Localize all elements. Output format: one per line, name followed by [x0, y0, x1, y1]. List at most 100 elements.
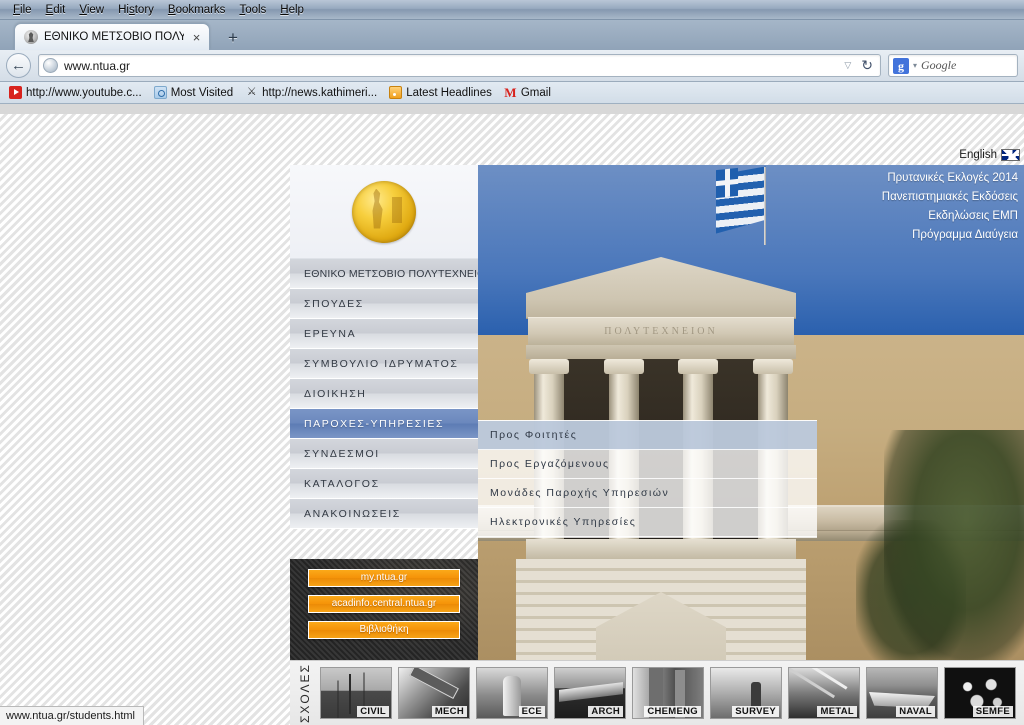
globe-icon — [43, 58, 58, 73]
school-caption: CHEMENG — [644, 706, 701, 717]
school-thumb-survey[interactable]: SURVEY — [710, 667, 782, 719]
reload-icon[interactable]: ↻ — [861, 57, 876, 74]
browser-tab[interactable]: ΕΘΝΙΚΟ ΜΕΤΣΟΒΙΟ ΠΟΛΥ... × — [14, 23, 210, 50]
address-bar[interactable]: www.ntua.gr ▽ ↻ — [38, 54, 881, 77]
search-engine-label: Google — [921, 58, 957, 72]
bookmark-latest-headlines[interactable]: Latest Headlines — [385, 85, 496, 100]
nav-item-council[interactable]: ΣΥΜΒΟΥΛΙΟ ΙΔΡΥΜΑΤΟΣ — [290, 349, 478, 379]
button-library[interactable]: Βιβλιοθήκη — [308, 621, 460, 639]
nav-item-services[interactable]: ΠΑΡΟΧΕΣ-ΥΠΗΡΕΣΙΕΣ — [290, 409, 478, 439]
school-thumb-arch[interactable]: ARCH — [554, 667, 626, 719]
school-thumb-naval[interactable]: NAVAL — [866, 667, 938, 719]
school-thumb-chemeng[interactable]: CHEMENG — [632, 667, 704, 719]
url-text: www.ntua.gr — [64, 58, 131, 73]
school-caption: MECH — [431, 706, 467, 717]
button-my-ntua[interactable]: my.ntua.gr — [308, 569, 460, 587]
chevron-down-icon[interactable]: ▽ — [844, 60, 855, 71]
school-caption: METAL — [817, 706, 857, 717]
menu-help[interactable]: Help — [273, 2, 311, 18]
browser-window: File Edit View History Bookmarks Tools H… — [0, 0, 1024, 725]
school-thumb-mech[interactable]: MECH — [398, 667, 470, 719]
uk-flag-icon — [1001, 149, 1020, 161]
browser-search-box[interactable]: g ▾ Google — [888, 54, 1018, 77]
pediment — [526, 257, 796, 319]
building-inscription: ΠΟΛΥΤΕΧΝΕΙΟΝ — [604, 326, 718, 337]
menu-view[interactable]: View — [72, 2, 111, 18]
quick-links: Πρυτανικές Εκλογές 2014 Πανεπιστημιακές … — [882, 169, 1018, 245]
menu-edit[interactable]: Edit — [39, 2, 73, 18]
school-thumb-civil[interactable]: CIVIL — [320, 667, 392, 719]
school-caption: ARCH — [588, 706, 623, 717]
language-switcher[interactable]: English — [959, 149, 1020, 161]
nav-item-catalog[interactable]: ΚΑΤΑΛΟΓΟΣ — [290, 469, 478, 499]
chevron-down-icon[interactable]: ▾ — [913, 61, 917, 70]
menu-bookmarks[interactable]: Bookmarks — [161, 2, 233, 18]
schools-strip: ΣΧΟΛΕΣ CIVIL MECH ECE ARCH CHEMENG SURVE… — [290, 660, 1024, 725]
rss-icon — [389, 86, 403, 99]
submenu-item-staff[interactable]: Προς Εργαζόμενους — [478, 450, 817, 479]
tab-strip: ΕΘΝΙΚΟ ΜΕΤΣΟΒΙΟ ΠΟΛΥ... × + — [0, 20, 1024, 50]
most-visited-icon — [153, 86, 167, 99]
site-container: ΠΟΛΥΤΕΧΝΕΙΟΝ Πρυτανικές Εκλογές 2014 Παν… — [290, 165, 1024, 725]
bookmark-kathimerini[interactable]: ⚔ http://news.kathimeri... — [241, 85, 381, 100]
submenu-item-students[interactable]: Προς Φοιτητές — [478, 421, 817, 450]
tree-foliage — [884, 430, 1024, 660]
status-bar-url: www.ntua.gr/students.html — [6, 710, 136, 722]
quick-link-elections[interactable]: Πρυτανικές Εκλογές 2014 — [882, 169, 1018, 188]
schools-label: ΣΧΟΛΕΣ — [298, 663, 312, 723]
nav-item-studies[interactable]: ΣΠΟΥΔΕΣ — [290, 289, 478, 319]
new-tab-button[interactable]: + — [222, 29, 244, 46]
bookmark-label: http://www.youtube.c... — [26, 86, 142, 99]
close-icon[interactable]: × — [190, 31, 203, 44]
kathimerini-icon: ⚔ — [246, 86, 257, 98]
stylobate — [526, 539, 796, 559]
nav-item-ntua[interactable]: ΕΘΝΙΚΟ ΜΕΤΣΟΒΙΟ ΠΟΛΥΤΕΧΝΕΙΟ — [290, 259, 478, 289]
bookmark-youtube[interactable]: http://www.youtube.c... — [5, 85, 146, 100]
youtube-icon — [9, 86, 22, 99]
hero-banner: ΠΟΛΥΤΕΧΝΕΙΟΝ Πρυτανικές Εκλογές 2014 Παν… — [478, 165, 1024, 660]
school-caption: ECE — [518, 706, 545, 717]
page-viewport: English ΠΟΛΥΤΕΧΝΕΙΟΝ Πρυτανικές Εκλογές … — [0, 114, 1024, 725]
submenu-item-eservices[interactable]: Ηλεκτρονικές Υπηρεσίες — [478, 508, 817, 537]
school-thumb-semfe[interactable]: SEMFE — [944, 667, 1016, 719]
bookmarks-toolbar: http://www.youtube.c... Most Visited ⚔ h… — [0, 82, 1024, 104]
nav-item-research[interactable]: ΕΡΕΥΝΑ — [290, 319, 478, 349]
ntua-favicon-icon — [24, 30, 38, 44]
bookmark-label: Gmail — [520, 86, 551, 99]
nav-item-announcements[interactable]: ΑΝΑΚΟΙΝΩΣΕΙΣ — [290, 499, 478, 529]
button-acadinfo[interactable]: acadinfo.central.ntua.gr — [308, 595, 460, 613]
nav-item-links[interactable]: ΣΥΝΔΕΣΜΟΙ — [290, 439, 478, 469]
services-submenu: Προς Φοιτητές Προς Εργαζόμενους Μονάδες … — [478, 420, 817, 538]
school-caption: CIVIL — [357, 706, 389, 717]
school-thumb-ece[interactable]: ECE — [476, 667, 548, 719]
navigation-toolbar: www.ntua.gr ▽ ↻ g ▾ Google — [0, 50, 1024, 82]
tab-title: ΕΘΝΙΚΟ ΜΕΤΣΟΒΙΟ ΠΟΛΥ... — [44, 31, 184, 43]
architrave: ΠΟΛΥΤΕΧΝΕΙΟΝ — [528, 317, 794, 345]
menu-history[interactable]: History — [111, 2, 161, 18]
school-caption: SEMFE — [972, 706, 1013, 717]
school-thumb-metal[interactable]: METAL — [788, 667, 860, 719]
bookmark-label: Latest Headlines — [406, 86, 492, 99]
left-column: ΕΘΝΙΚΟ ΜΕΤΣΟΒΙΟ ΠΟΛΥΤΕΧΝΕΙΟ ΣΠΟΥΔΕΣ ΕΡΕΥ… — [290, 165, 478, 529]
quick-link-diavgeia[interactable]: Πρόγραμμα Διαύγεια — [882, 226, 1018, 245]
flagpole — [764, 167, 767, 245]
quick-link-publications[interactable]: Πανεπιστημιακές Εκδόσεις — [882, 188, 1018, 207]
nav-item-administration[interactable]: ΔΙΟΙΚΗΣΗ — [290, 379, 478, 409]
bookmark-label: http://news.kathimeri... — [262, 86, 378, 99]
greek-flag-cross-icon — [715, 167, 738, 199]
back-arrow-icon[interactable] — [6, 53, 31, 78]
ntua-gold-coin-emblem-icon — [352, 180, 416, 243]
menu-file[interactable]: File — [6, 2, 39, 18]
bookmark-most-visited[interactable]: Most Visited — [150, 85, 237, 100]
submenu-item-service-units[interactable]: Μονάδες Παροχής Υπηρεσιών — [478, 479, 817, 508]
main-navigation: ΕΘΝΙΚΟ ΜΕΤΣΟΒΙΟ ΠΟΛΥΤΕΧΝΕΙΟ ΣΠΟΥΔΕΣ ΕΡΕΥ… — [290, 259, 478, 529]
bookmark-gmail[interactable]: M Gmail — [500, 85, 555, 100]
menu-tools[interactable]: Tools — [232, 2, 273, 18]
english-link[interactable]: English — [959, 149, 997, 161]
entablature — [526, 345, 796, 359]
gmail-icon: M — [504, 85, 517, 100]
school-caption: SURVEY — [732, 706, 779, 717]
quick-link-events[interactable]: Εκδηλώσεις ΕΜΠ — [882, 207, 1018, 226]
bookmark-label: Most Visited — [170, 86, 234, 99]
site-logo[interactable] — [290, 165, 478, 259]
